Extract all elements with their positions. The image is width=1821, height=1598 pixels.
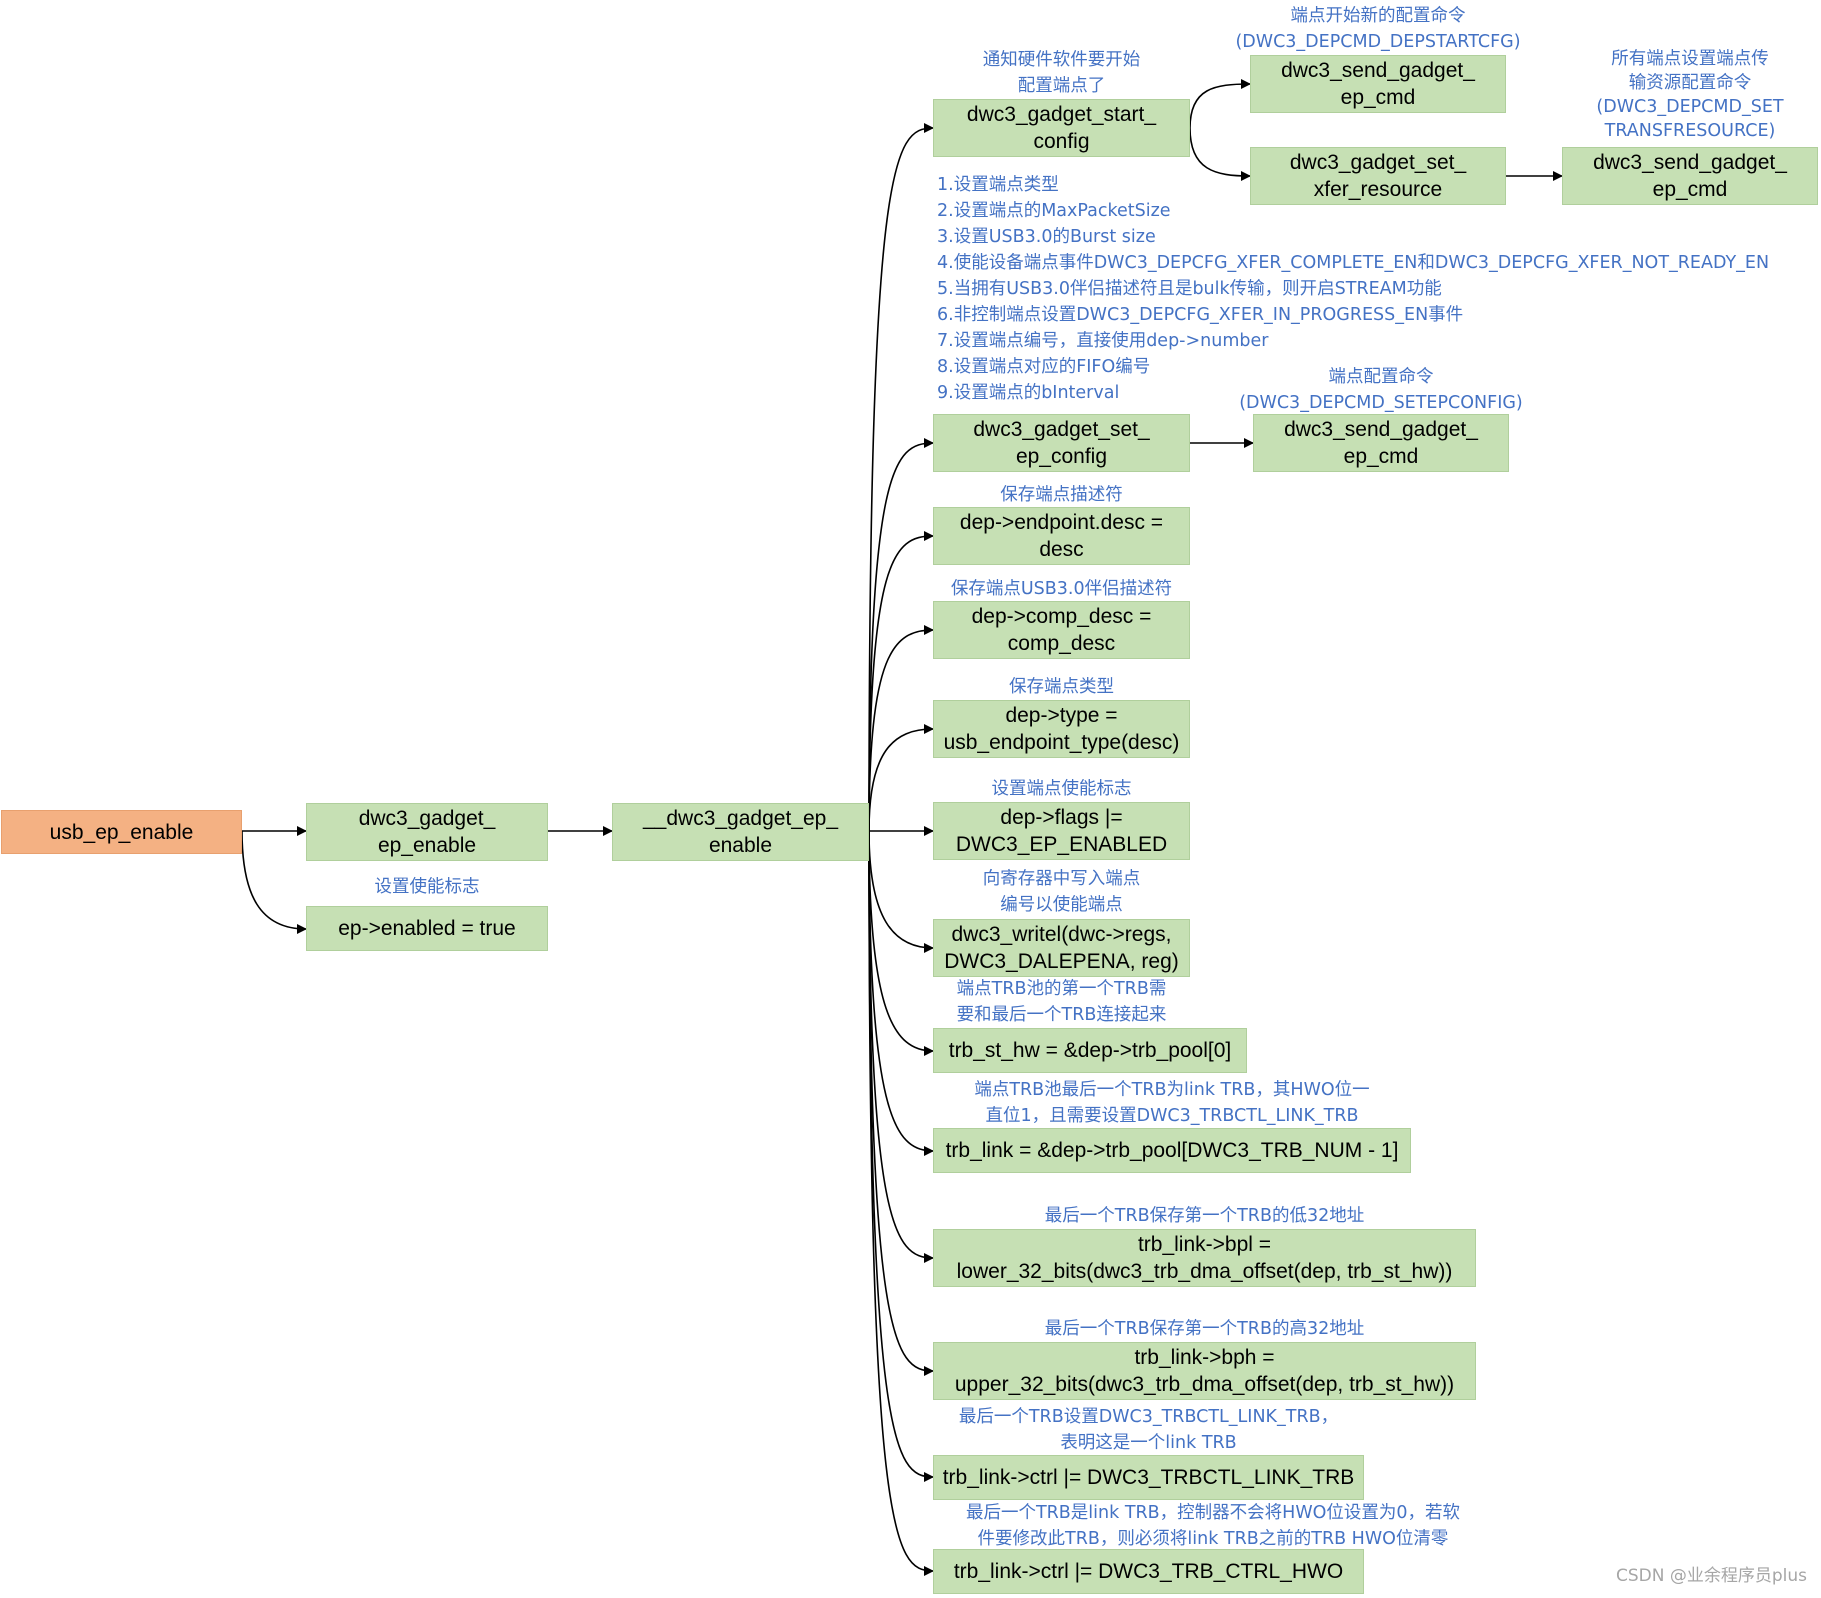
note-high32: 最后一个TRB保存第一个TRB的高32地址 (1044, 1319, 1365, 1339)
edge-start-config-to-send-cmd (1189, 79, 1251, 129)
node-send-cmd-config: dwc3_send_gadget_ ep_cmd (1253, 414, 1509, 472)
note-save-desc: 保存端点描述符 (1000, 485, 1123, 505)
node-trb-link-bpl: trb_link->bpl = lower_32_bits(dwc3_trb_d… (933, 1229, 1476, 1287)
note-setepconfig-cmd: 端点配置命令 (DWC3_DEPCMD_SETEPCONFIG) (1239, 367, 1523, 413)
edge-internal-to-writel (868, 830, 934, 953)
note-set-enable-flag2: 设置端点使能标志 (991, 779, 1132, 799)
edge-start-config-to-xfer-resource (1189, 127, 1251, 181)
edge-internal-to-bpl (868, 830, 934, 1263)
note-low32: 最后一个TRB保存第一个TRB的低32地址 (1044, 1206, 1365, 1226)
note-write-reg: 向寄存器中写入端点 编号以使能端点 (982, 869, 1141, 915)
edge-internal-to-set-ep-config (868, 438, 934, 832)
note-set-enable-flag: 设置使能标志 (374, 877, 480, 897)
node-trb-link-ctrl-link: trb_link->ctrl |= DWC3_TRBCTL_LINK_TRB (933, 1455, 1364, 1500)
edge-internal-to-comp-desc (868, 625, 934, 832)
flow-diagram: usb_ep_enable dwc3_gadget_ ep_enable ep-… (0, 0, 1821, 1598)
node-trb-link: trb_link = &dep->trb_pool[DWC3_TRB_NUM -… (933, 1128, 1411, 1173)
node-trb-st-hw: trb_st_hw = &dep->trb_pool[0] (933, 1028, 1247, 1073)
node-start-config: dwc3_gadget_start_ config (933, 99, 1190, 157)
note-trb-first: 端点TRB池的第一个TRB需 要和最后一个TRB连接起来 (956, 979, 1167, 1025)
node-endpoint-desc: dep->endpoint.desc = desc (933, 507, 1190, 565)
node-usb-ep-enable: usb_ep_enable (1, 810, 242, 854)
note-save-comp-desc: 保存端点USB3.0伴侣描述符 (950, 579, 1173, 599)
edge-internal-to-ctrl-hwo (868, 830, 934, 1576)
node-set-ep-config: dwc3_gadget_set_ ep_config (933, 414, 1190, 472)
node-internal-ep-enable: __dwc3_gadget_ep_ enable (612, 803, 869, 861)
node-ep-enabled-true: ep->enabled = true (306, 906, 548, 951)
note-xfer-resource-cmd: 所有端点设置端点传 输资源配置命令 (DWC3_DEPCMD_SET TRANS… (1596, 49, 1784, 141)
node-trb-link-ctrl-hwo: trb_link->ctrl |= DWC3_TRB_CTRL_HWO (933, 1549, 1364, 1594)
node-dwc3-gadget-ep-enable: dwc3_gadget_ ep_enable (306, 803, 548, 861)
edge-root-to-enabled-flag (241, 830, 307, 934)
note-trb-last: 端点TRB池最后一个TRB为link TRB，其HWO位一 直位1，且需要设置D… (974, 1080, 1370, 1126)
node-dep-flags: dep->flags |= DWC3_EP_ENABLED (933, 802, 1190, 860)
node-trb-link-bph: trb_link->bph = upper_32_bits(dwc3_trb_d… (933, 1342, 1476, 1400)
note-notify-hw: 通知硬件软件要开始 配置端点了 (982, 50, 1141, 96)
note-start-cfg-cmd: 端点开始新的配置命令 (DWC3_DEPCMD_DEPSTARTCFG) (1235, 6, 1521, 52)
node-send-cmd-start: dwc3_send_gadget_ ep_cmd (1250, 55, 1506, 113)
node-comp-desc: dep->comp_desc = comp_desc (933, 601, 1190, 659)
node-dwc3-writel: dwc3_writel(dwc->regs, DWC3_DALEPENA, re… (933, 919, 1190, 977)
edge-internal-to-type (868, 724, 934, 832)
note-save-type: 保存端点类型 (1009, 677, 1114, 697)
watermark: CSDN @业余程序员plus (1615, 1566, 1807, 1586)
note-hwo: 最后一个TRB是link TRB，控制器不会将HWO位设置为0，若软 件要修改此… (965, 1503, 1461, 1549)
edge-internal-to-start-config (868, 123, 934, 832)
note-link-trb: 最后一个TRB设置DWC3_TRBCTL_LINK_TRB， 表明这是一个lin… (958, 1407, 1339, 1453)
node-dep-type: dep->type = usb_endpoint_type(desc) (933, 700, 1190, 758)
